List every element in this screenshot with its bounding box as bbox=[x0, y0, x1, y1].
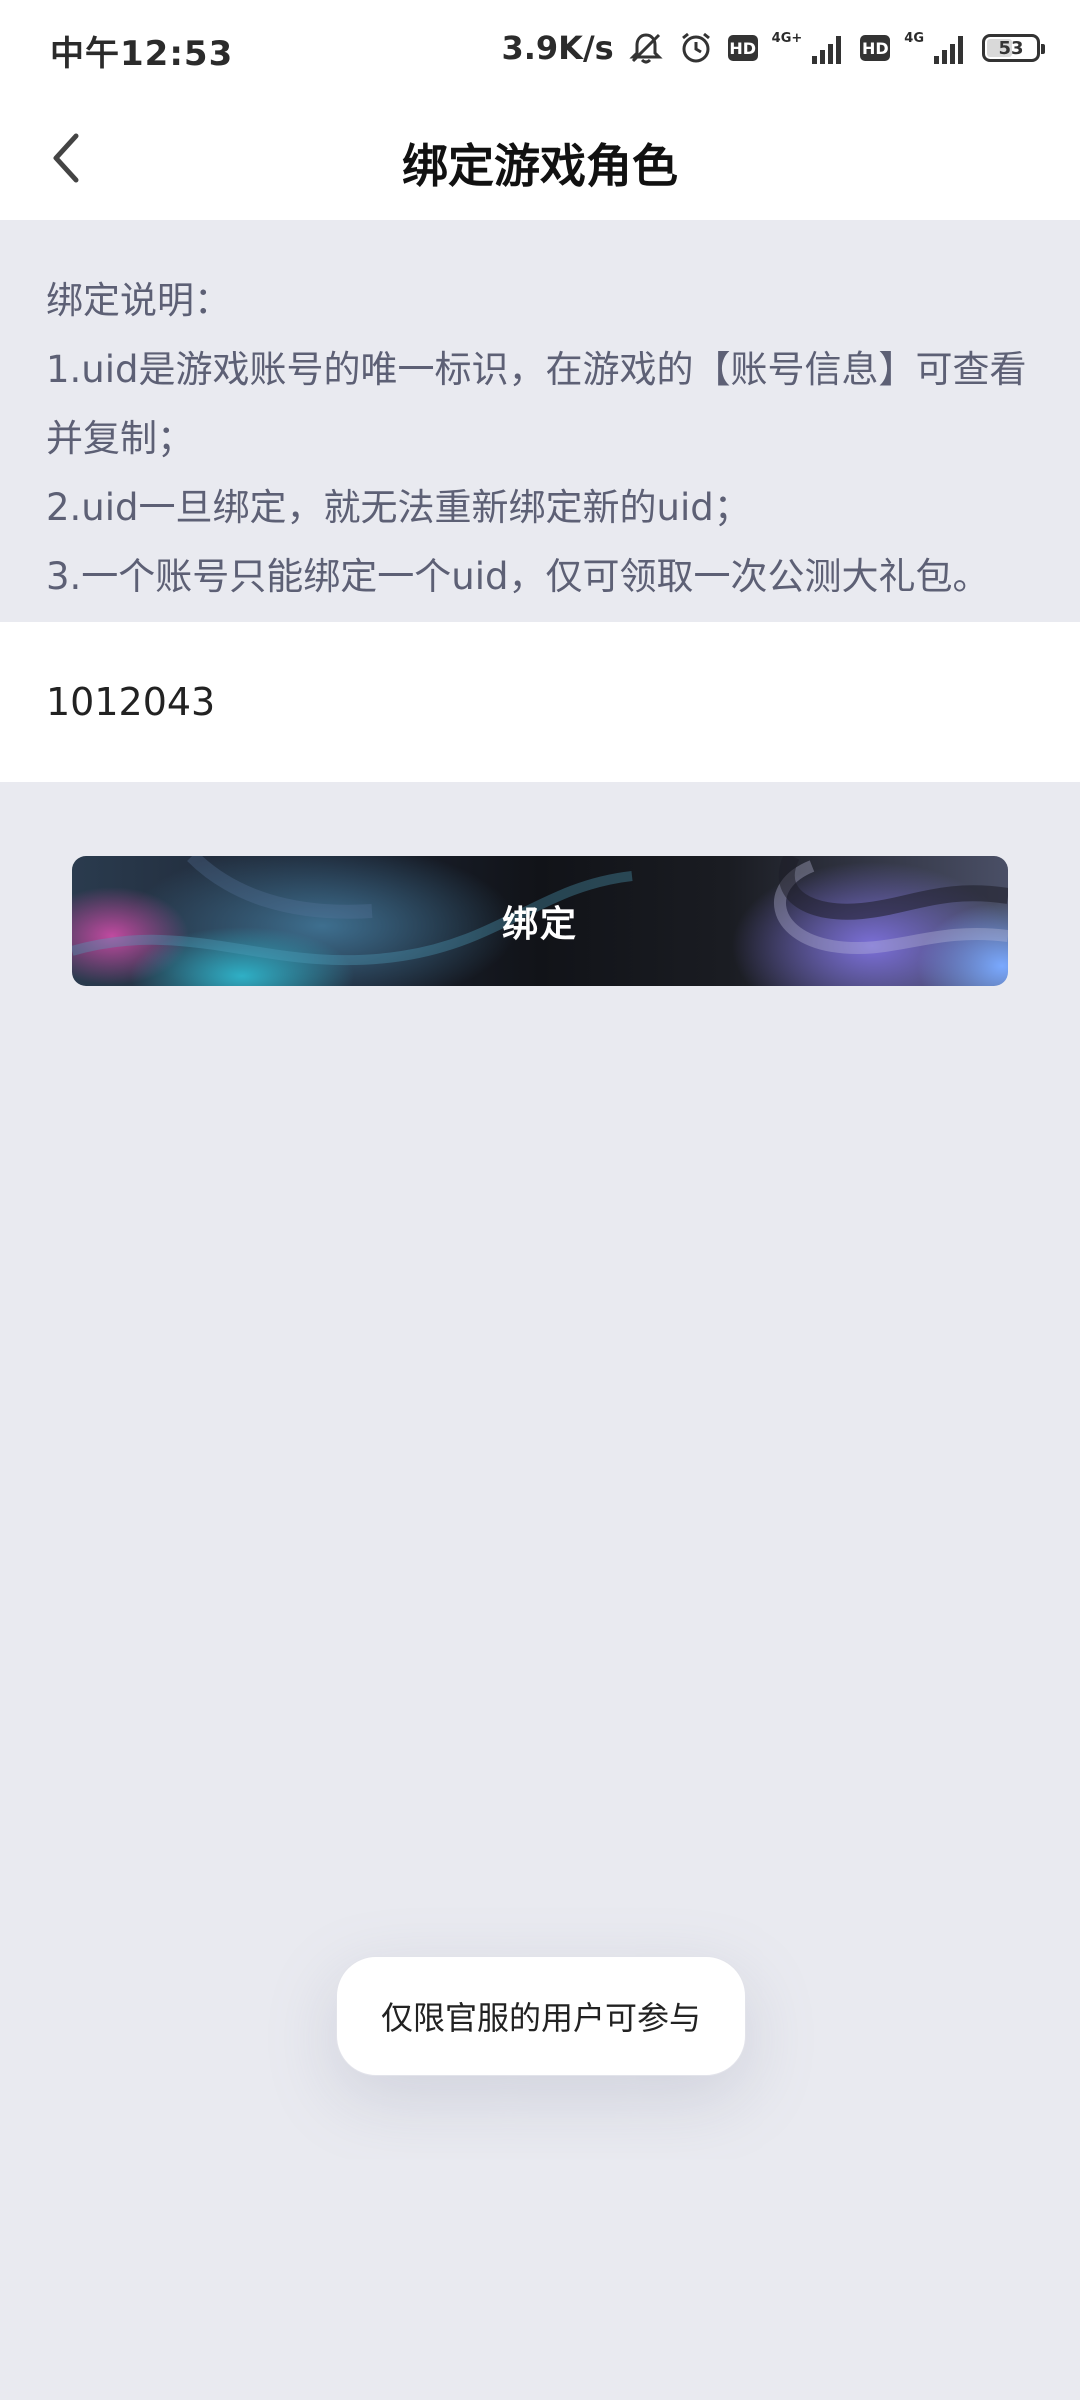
page-title: 绑定游戏角色 bbox=[402, 139, 678, 193]
alarm-icon bbox=[678, 30, 714, 66]
battery-icon: 53 bbox=[982, 34, 1045, 62]
instruction-line: 并复制； bbox=[46, 417, 194, 460]
battery-level: 53 bbox=[998, 37, 1024, 59]
hd-icon: HD bbox=[727, 35, 758, 61]
instruction-line: 1.uid是游戏账号的唯一标识，在游戏的【账号信息】可查看 bbox=[46, 348, 1027, 391]
network-type-sim2: 4G bbox=[904, 30, 924, 46]
network-speed: 3.9K/s bbox=[501, 29, 614, 67]
bind-button-label: 绑定 bbox=[501, 904, 578, 945]
signal-icon bbox=[810, 32, 846, 64]
binding-instructions: 绑定说明： 1.uid是游戏账号的唯一标识，在游戏的【账号信息】可查看 并复制；… bbox=[0, 220, 1080, 622]
instruction-line: 3.一个账号只能绑定一个uid，仅可领取一次公测大礼包。 bbox=[46, 555, 990, 598]
network-type-sim1: 4G+ bbox=[771, 30, 803, 46]
status-time: 中午12:53 bbox=[50, 34, 234, 74]
signal-icon bbox=[932, 32, 968, 64]
uid-input-row bbox=[0, 622, 1080, 782]
uid-input[interactable] bbox=[46, 622, 1026, 782]
status-bar: 中午12:53 3.9K/s HD 4G+ HD 4G 53 bbox=[0, 0, 1080, 96]
mute-bell-icon bbox=[628, 30, 664, 66]
status-icons: 3.9K/s HD 4G+ HD 4G 53 bbox=[501, 24, 1045, 72]
hd-icon: HD bbox=[860, 35, 891, 61]
instructions-heading: 绑定说明： bbox=[46, 279, 231, 322]
header: 绑定游戏角色 bbox=[0, 96, 1080, 220]
instruction-line: 2.uid一旦绑定，就无法重新绑定新的uid； bbox=[46, 486, 751, 529]
bind-button[interactable]: 绑定 bbox=[72, 856, 1008, 986]
toast-message: 仅限官服的用户可参与 bbox=[336, 1956, 746, 2076]
